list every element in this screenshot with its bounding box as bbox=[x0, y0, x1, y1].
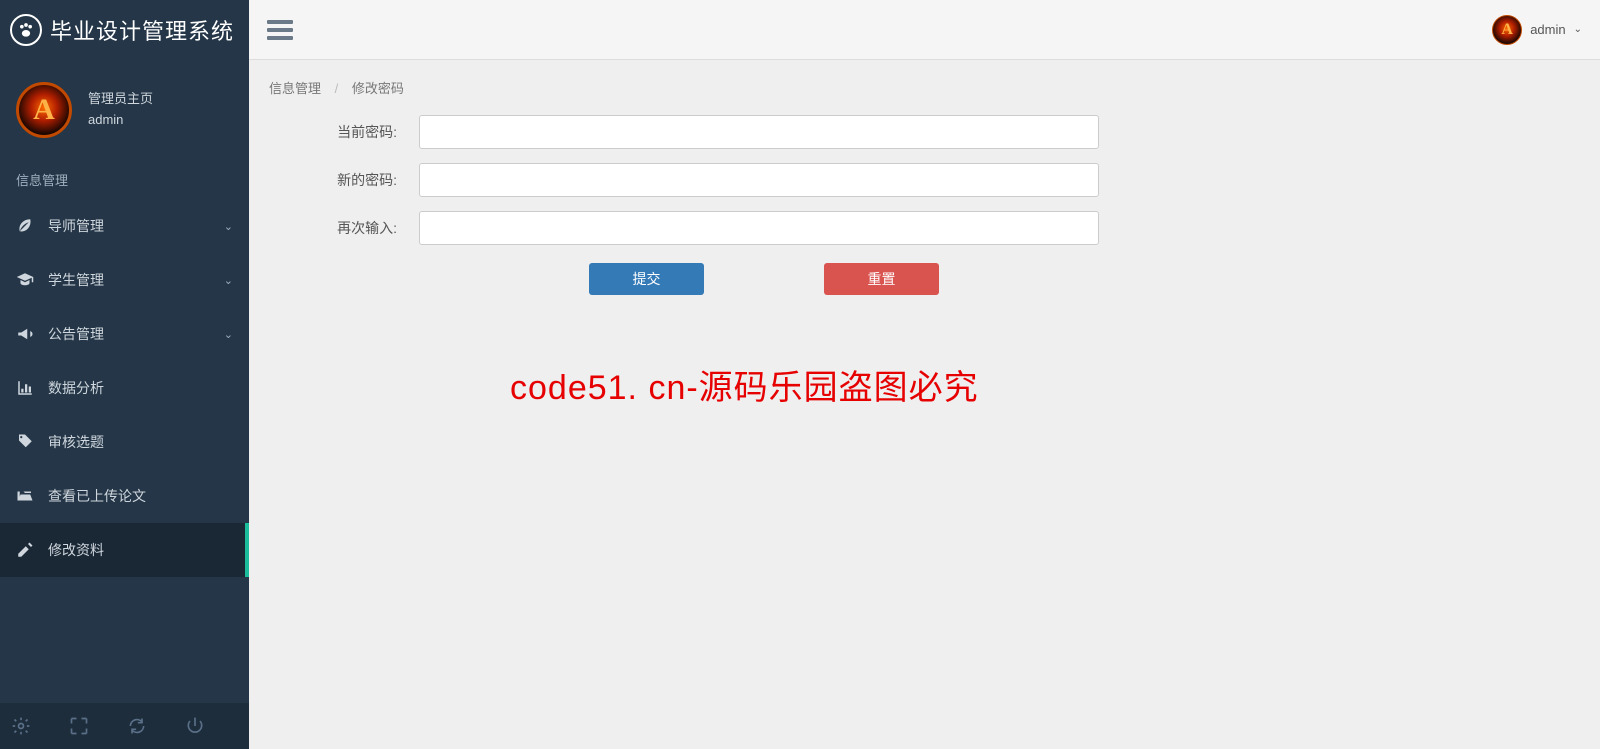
new-password-input[interactable] bbox=[419, 163, 1099, 197]
sidebar-item-label: 审核选题 bbox=[48, 432, 233, 452]
edit-icon bbox=[16, 541, 34, 559]
sidebar-footer bbox=[0, 703, 249, 749]
profile-name: admin bbox=[88, 110, 153, 131]
sidebar: A 管理员主页 admin 信息管理 导师管理 ⌄ 学生管理 ⌄ 公告管理 ⌄ … bbox=[0, 60, 249, 703]
sidebar-profile: A 管理员主页 admin bbox=[0, 60, 249, 160]
sidebar-item-label: 修改资料 bbox=[48, 540, 233, 560]
bullhorn-icon bbox=[16, 325, 34, 343]
fullscreen-icon[interactable] bbox=[68, 715, 90, 737]
sidebar-item-edit-profile[interactable]: 修改资料 bbox=[0, 523, 249, 577]
breadcrumb-item: 修改密码 bbox=[352, 81, 404, 96]
password-form: 当前密码: 新的密码: 再次输入: 提交 重置 bbox=[249, 115, 1349, 295]
chevron-down-icon: ⌄ bbox=[224, 274, 233, 287]
current-password-label: 当前密码: bbox=[269, 122, 419, 142]
sidebar-item-data-analysis[interactable]: 数据分析 bbox=[0, 361, 249, 415]
sidebar-item-label: 公告管理 bbox=[48, 324, 210, 344]
sidebar-item-view-papers[interactable]: 查看已上传论文 bbox=[0, 469, 249, 523]
confirm-password-input[interactable] bbox=[419, 211, 1099, 245]
main-content: 信息管理 / 修改密码 当前密码: 新的密码: 再次输入: 提交 重置 bbox=[249, 60, 1600, 749]
sidebar-item-announce-manage[interactable]: 公告管理 ⌄ bbox=[0, 307, 249, 361]
sidebar-section-title: 信息管理 bbox=[0, 160, 249, 199]
sidebar-item-tutor-manage[interactable]: 导师管理 ⌄ bbox=[0, 199, 249, 253]
refresh-icon[interactable] bbox=[126, 715, 148, 737]
current-password-input[interactable] bbox=[419, 115, 1099, 149]
topbar-username: admin bbox=[1530, 22, 1565, 37]
submit-button[interactable]: 提交 bbox=[589, 263, 704, 295]
sidebar-item-label: 数据分析 bbox=[48, 378, 233, 398]
profile-role: 管理员主页 bbox=[88, 89, 153, 110]
chevron-down-icon: ⌄ bbox=[224, 328, 233, 341]
app-title: 毕业设计管理系统 bbox=[50, 14, 234, 46]
user-menu[interactable]: A admin ⌄ bbox=[1492, 15, 1582, 45]
chevron-down-icon: ⌄ bbox=[224, 220, 233, 233]
folder-open-icon bbox=[16, 487, 34, 505]
sidebar-item-student-manage[interactable]: 学生管理 ⌄ bbox=[0, 253, 249, 307]
power-icon[interactable] bbox=[184, 715, 206, 737]
tag-icon bbox=[16, 433, 34, 451]
breadcrumb-item[interactable]: 信息管理 bbox=[269, 81, 321, 96]
avatar-large: A bbox=[16, 82, 72, 138]
breadcrumb-separator: / bbox=[335, 81, 339, 96]
gear-icon[interactable] bbox=[10, 715, 32, 737]
topbar: A admin ⌄ bbox=[249, 0, 1600, 60]
graduation-cap-icon bbox=[16, 271, 34, 289]
confirm-password-label: 再次输入: bbox=[269, 218, 419, 238]
sidebar-item-label: 学生管理 bbox=[48, 270, 210, 290]
paw-icon bbox=[10, 14, 42, 46]
menu-toggle-icon[interactable] bbox=[267, 20, 293, 40]
reset-button[interactable]: 重置 bbox=[824, 263, 939, 295]
sidebar-item-label: 导师管理 bbox=[48, 216, 210, 236]
bar-chart-icon bbox=[16, 379, 34, 397]
chevron-down-icon: ⌄ bbox=[1574, 24, 1582, 35]
new-password-label: 新的密码: bbox=[269, 170, 419, 190]
breadcrumb: 信息管理 / 修改密码 bbox=[249, 60, 1600, 115]
sidebar-item-review-topic[interactable]: 审核选题 bbox=[0, 415, 249, 469]
sidebar-item-label: 查看已上传论文 bbox=[48, 486, 233, 506]
app-header: 毕业设计管理系统 bbox=[0, 0, 249, 60]
leaf-icon bbox=[16, 217, 34, 235]
avatar: A bbox=[1492, 15, 1522, 45]
